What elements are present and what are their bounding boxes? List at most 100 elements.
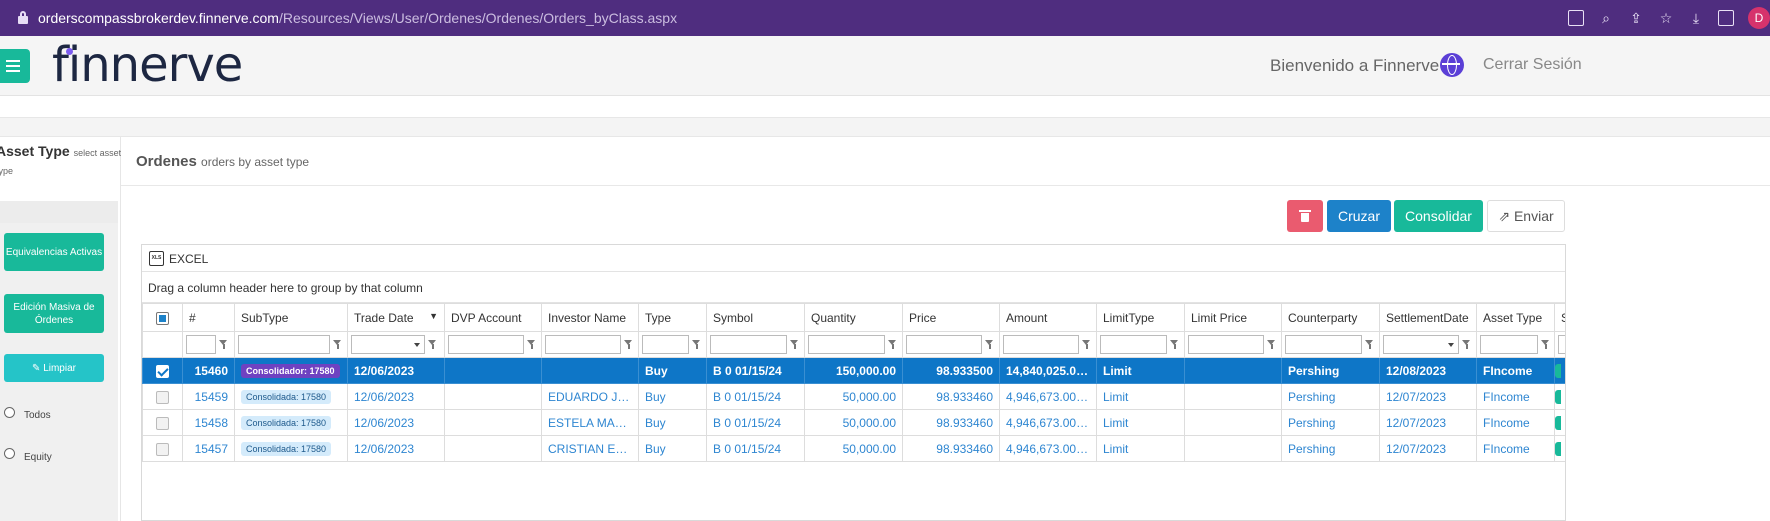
filter-cell-counterparty (1281, 331, 1380, 358)
table-row[interactable]: 15458 Consolidada: 17580 12/06/2023 ESTE… (142, 409, 1565, 436)
col-header-type[interactable]: Type (638, 303, 707, 332)
select-all-checkbox[interactable] (156, 311, 169, 325)
row-checkbox[interactable] (156, 390, 169, 404)
filter-input-s[interactable] (1558, 335, 1565, 354)
filter-icon[interactable] (219, 339, 228, 350)
col-header-dvp-account[interactable]: DVP Account (444, 303, 542, 332)
filter-icon[interactable] (527, 339, 536, 350)
col-header-settlement-date[interactable]: SettlementDate (1379, 303, 1477, 332)
col-header-asset-type[interactable]: Asset Type (1476, 303, 1555, 332)
filter-date-trade[interactable] (351, 335, 425, 354)
col-header-counterparty[interactable]: Counterparty (1281, 303, 1380, 332)
radio-equity[interactable] (4, 448, 15, 459)
filter-input-limit-type[interactable] (1100, 335, 1167, 354)
enviar-label: Enviar (1513, 208, 1554, 224)
cell-asset-type: FIncome (1476, 357, 1555, 384)
filter-cell-subtype (234, 331, 348, 358)
url-host: orderscompassbrokerdev.finnerve.com (38, 10, 279, 26)
finnerve-logo[interactable]: finnerve (52, 36, 243, 96)
limpiar-button[interactable]: ✎ Limpiar (4, 354, 104, 382)
filter-icon[interactable] (1082, 339, 1091, 350)
filter-icon[interactable] (1170, 339, 1179, 350)
col-header-limit-type[interactable]: LimitType (1096, 303, 1185, 332)
filter-input-quantity[interactable] (808, 335, 885, 354)
hamburger-menu-button[interactable] (0, 49, 30, 83)
filter-input-asset-type[interactable] (1480, 335, 1538, 354)
sidebar-spacer (0, 201, 118, 223)
radio-todos[interactable] (4, 407, 15, 418)
col-header-trade-date[interactable]: Trade Date ▼ (347, 303, 445, 332)
url-field[interactable]: orderscompassbrokerdev.finnerve.com/Reso… (38, 10, 677, 26)
download-icon[interactable]: ⤓ (1688, 10, 1704, 26)
col-header-quantity[interactable]: Quantity (804, 303, 903, 332)
row-checkbox[interactable] (156, 442, 169, 456)
lock-icon[interactable] (18, 11, 28, 24)
globe-icon[interactable] (1440, 53, 1464, 77)
row-checkbox[interactable] (156, 416, 169, 430)
select-all-header[interactable] (142, 303, 183, 332)
cell-s (1554, 383, 1565, 410)
filter-icon[interactable] (1462, 339, 1471, 350)
col-header-id[interactable]: # (182, 303, 235, 332)
col-header-symbol[interactable]: Symbol (706, 303, 805, 332)
filter-icon[interactable] (1365, 339, 1374, 350)
cell-quantity: 150,000.00 (804, 357, 903, 384)
filter-input-price[interactable] (906, 335, 982, 354)
excel-icon[interactable]: XLS (149, 251, 164, 266)
cell-limit-type: Limit (1096, 409, 1185, 436)
filter-icon[interactable] (790, 339, 799, 350)
filter-input-investor[interactable] (545, 335, 621, 354)
share-icon[interactable]: ⇪ (1628, 10, 1644, 26)
col-header-price[interactable]: Price (902, 303, 1000, 332)
sidepanel-icon[interactable] (1718, 10, 1734, 26)
filter-input-counterparty[interactable] (1285, 335, 1362, 354)
cruzar-button[interactable]: Cruzar (1327, 200, 1391, 232)
filter-icon[interactable] (624, 339, 633, 350)
cell-limit-type: Limit (1096, 383, 1185, 410)
excel-export-button[interactable]: EXCEL (169, 252, 208, 266)
col-header-s[interactable]: S (1554, 303, 1565, 332)
filter-icon[interactable] (428, 339, 437, 350)
filter-input-limit-price[interactable] (1188, 335, 1264, 354)
filter-icon[interactable] (985, 339, 994, 350)
filter-icon[interactable] (333, 339, 342, 350)
col-header-subtype[interactable]: SubType (234, 303, 348, 332)
consolidar-button[interactable]: Consolidar (1394, 200, 1483, 232)
enviar-button[interactable]: ⇗ Enviar (1487, 200, 1565, 232)
row-select-cell (142, 357, 183, 384)
table-row[interactable]: 15460 Consolidador: 17580 12/06/2023 Buy… (142, 357, 1565, 384)
equivalencias-activas-button[interactable]: Equivalencias Activas (4, 233, 104, 271)
filter-input-type[interactable] (642, 335, 689, 354)
filter-input-subtype[interactable] (238, 335, 330, 354)
star-icon[interactable]: ☆ (1658, 10, 1674, 26)
edicion-masiva-button[interactable]: Edición Masiva de Órdenes (4, 294, 104, 333)
row-checkbox[interactable] (156, 364, 169, 378)
filter-input-id[interactable] (186, 335, 216, 354)
col-header-amount[interactable]: Amount (999, 303, 1097, 332)
cell-investor: EDUARDO JOSE (541, 383, 639, 410)
group-drop-zone[interactable]: Drag a column header here to group by th… (142, 272, 1565, 303)
cell-symbol: B 0 01/15/24 (706, 435, 805, 462)
filter-input-amount[interactable] (1003, 335, 1079, 354)
zoom-icon[interactable]: ⌕ (1598, 10, 1614, 26)
filter-icon[interactable] (888, 339, 897, 350)
table-row[interactable]: 15457 Consolidada: 17580 12/06/2023 CRIS… (142, 435, 1565, 462)
orders-body: 15460 Consolidador: 17580 12/06/2023 Buy… (142, 357, 1565, 462)
filter-input-symbol[interactable] (710, 335, 787, 354)
status-indicator (1555, 389, 1561, 404)
profile-avatar[interactable]: D (1748, 7, 1770, 29)
cell-s (1554, 435, 1565, 462)
filter-icon[interactable] (692, 339, 701, 350)
translate-icon[interactable] (1568, 10, 1584, 26)
filter-date-settlement[interactable] (1383, 335, 1459, 354)
col-header-limit-price[interactable]: Limit Price (1184, 303, 1282, 332)
col-header-investor-name[interactable]: Investor Name (541, 303, 639, 332)
orders-grid: XLS EXCEL Drag a column header here to g… (141, 244, 1566, 521)
filter-icon[interactable] (1541, 339, 1550, 350)
cell-investor: CRISTIAN ECKER (541, 435, 639, 462)
filter-input-dvp[interactable] (448, 335, 524, 354)
filter-icon[interactable] (1267, 339, 1276, 350)
delete-button[interactable] (1287, 200, 1323, 232)
logout-link[interactable]: Cerrar Sesión (1483, 56, 1582, 74)
table-row[interactable]: 15459 Consolidada: 17580 12/06/2023 EDUA… (142, 383, 1565, 410)
